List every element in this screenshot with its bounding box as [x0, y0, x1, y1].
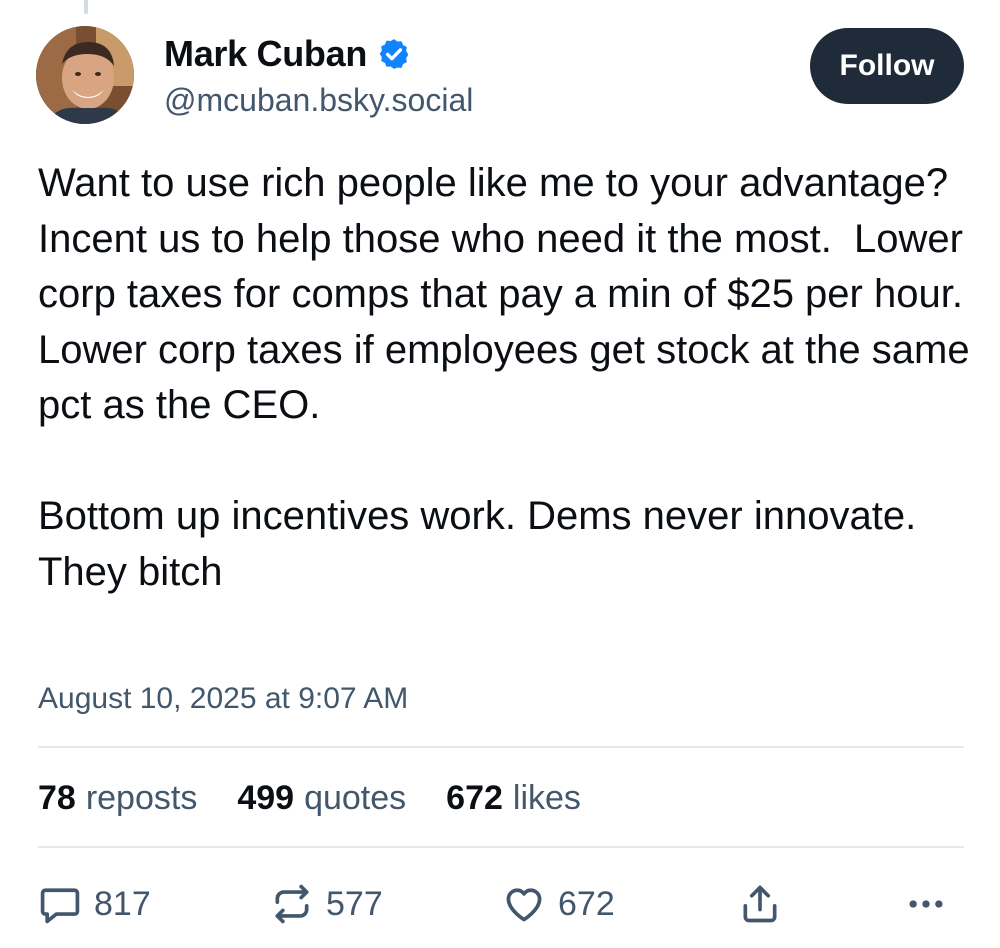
avatar[interactable]	[36, 26, 134, 124]
author-display-name[interactable]: Mark Cuban	[164, 33, 367, 75]
like-button[interactable]: 672	[502, 876, 615, 932]
follow-button[interactable]: Follow	[810, 28, 964, 104]
share-upload-icon	[743, 885, 777, 923]
more-options-button[interactable]	[902, 876, 950, 932]
quotes-label: quotes	[304, 778, 407, 817]
reply-bubble-icon	[40, 888, 80, 924]
author-handle[interactable]: @mcuban.bsky.social	[164, 82, 473, 119]
post-text: Want to use rich people like me to your …	[38, 161, 970, 594]
post-timestamp: August 10, 2025 at 9:07 AM	[38, 682, 409, 715]
divider	[38, 846, 964, 848]
ellipsis-icon	[909, 900, 943, 908]
divider	[38, 746, 964, 748]
author-name-row: Mark Cuban	[164, 32, 411, 76]
repost-arrows-icon	[275, 884, 309, 924]
avatar-photo	[36, 26, 134, 124]
likes-count: 672	[446, 778, 503, 817]
heart-icon	[506, 888, 542, 922]
likes-stat[interactable]: 672 likes	[446, 779, 581, 818]
reposts-label: reposts	[85, 778, 198, 817]
reposts-stat[interactable]: 78 reposts	[38, 779, 197, 818]
reposts-count: 78	[38, 778, 76, 817]
like-count: 672	[558, 884, 615, 923]
quotes-stat[interactable]: 499 quotes	[237, 779, 406, 818]
post-header: Mark Cuban @mcuban.bsky.social Follow	[36, 26, 964, 126]
likes-label: likes	[512, 778, 581, 817]
repost-button[interactable]: 577	[270, 876, 383, 932]
reply-button[interactable]: 817	[38, 876, 151, 932]
thread-connector-line	[84, 0, 88, 14]
repost-count: 577	[326, 884, 383, 923]
verified-badge-icon	[379, 39, 409, 69]
engagement-stats: 78 reposts 499 quotes 672 likes	[38, 776, 621, 820]
reply-count: 817	[94, 884, 151, 923]
share-button[interactable]	[738, 876, 782, 932]
post-action-bar: 817 577 672	[38, 876, 964, 932]
quotes-count: 499	[237, 778, 295, 817]
